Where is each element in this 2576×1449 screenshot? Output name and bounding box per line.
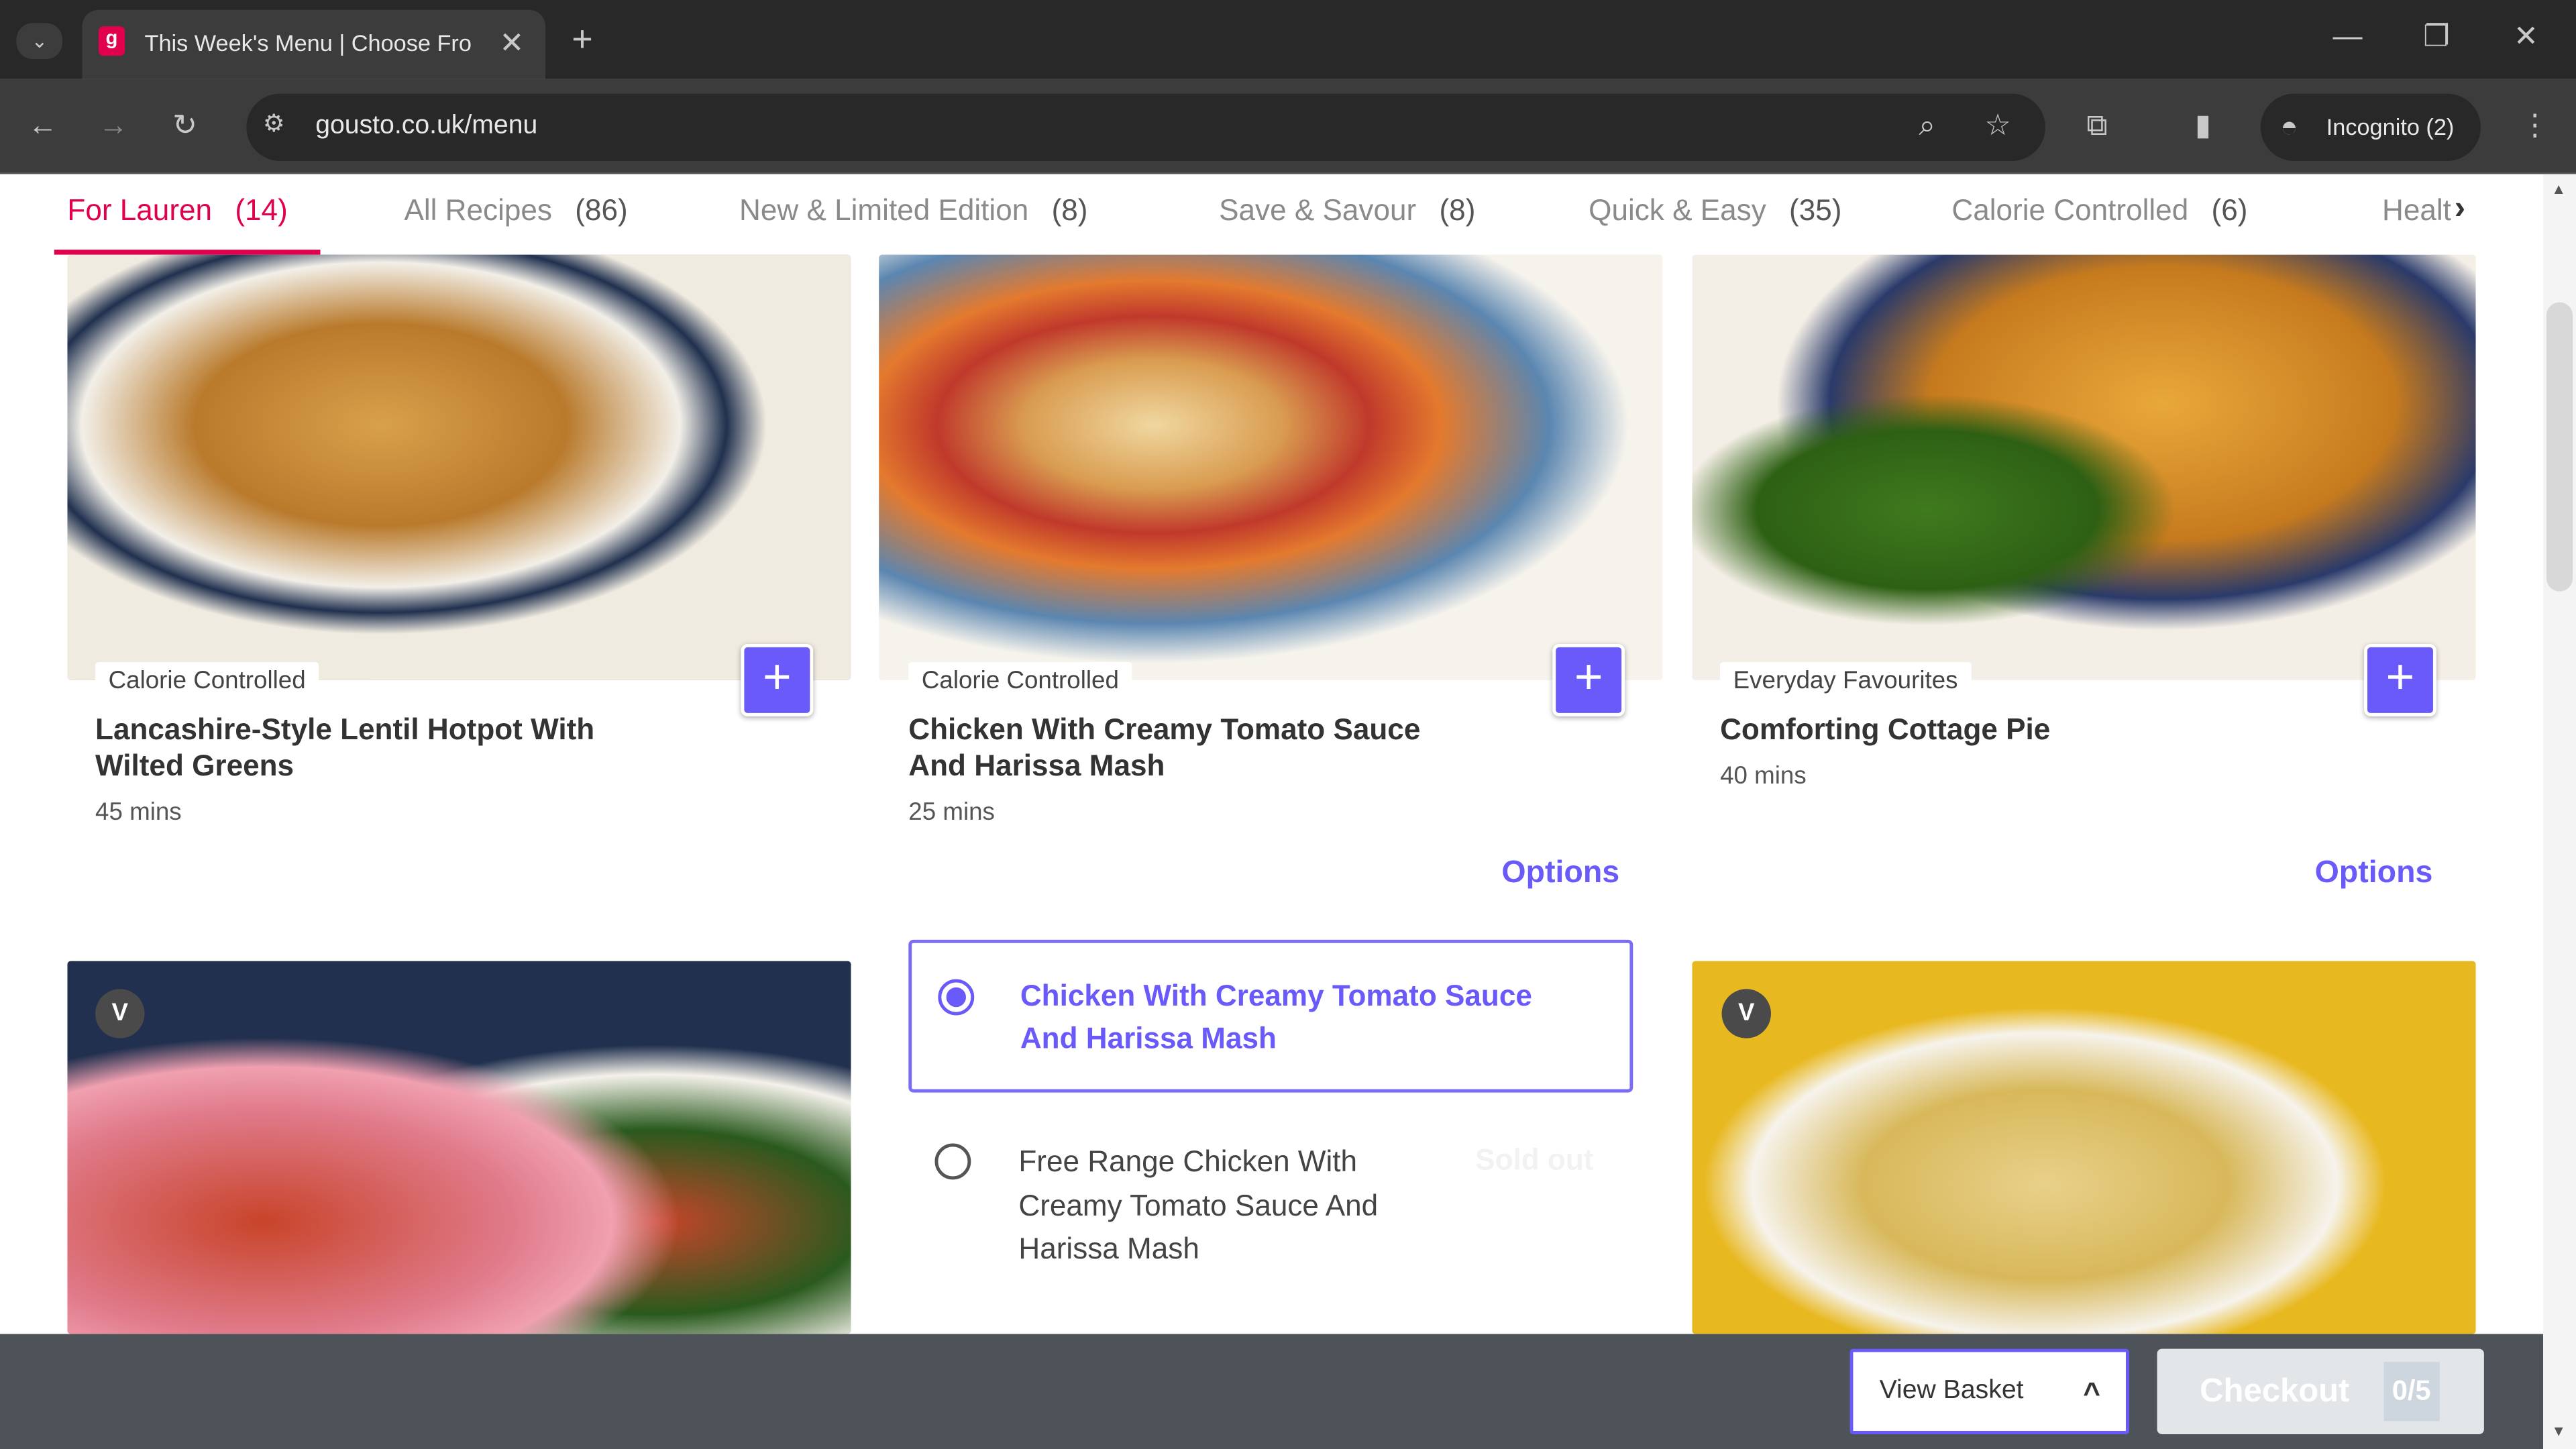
- add-recipe-button[interactable]: +: [2364, 644, 2436, 716]
- option-label: Chicken With Creamy Tomato Sauce And Har…: [1020, 979, 1532, 1055]
- scroll-tabs-right-icon[interactable]: ›: [2455, 191, 2465, 228]
- recipe-image-hotpot[interactable]: [67, 254, 851, 680]
- tab-label: Quick & Easy: [1589, 193, 1766, 227]
- view-basket-label: View Basket: [1879, 1377, 2024, 1405]
- options-button[interactable]: Options: [2315, 856, 2433, 892]
- incognito-button[interactable]: ◓ Incognito (2): [2260, 93, 2481, 162]
- recipe-title[interactable]: Comforting Cottage Pie: [1720, 711, 2295, 747]
- profile-label: Incognito (2): [2326, 113, 2455, 140]
- scroll-down-arrow[interactable]: ▼: [2551, 1423, 2566, 1439]
- vegetarian-badge: V: [95, 989, 145, 1038]
- browser-tab-strip: ⌄ g This Week's Menu | Choose Fro ✕ + — …: [0, 0, 2576, 79]
- side-panel-icon[interactable]: ▮: [2195, 110, 2211, 140]
- option-label: Free Range Chicken With Creamy Tomato Sa…: [1018, 1144, 1379, 1265]
- browser-toolbar: ← → ↻ ⚙ gousto.co.uk/menu ⌕ ☆ ⧉ ▮ ◓ Inco…: [0, 78, 2576, 174]
- tab-search-button[interactable]: ⌄: [16, 23, 63, 60]
- tab-label: Healt: [2382, 193, 2451, 227]
- tab-all-recipes[interactable]: All Recipes (86): [404, 194, 627, 228]
- recipe-image-beans[interactable]: [67, 961, 851, 1334]
- category-tabs: For Lauren (14) All Recipes (86) New & Lim…: [0, 174, 2544, 255]
- tab-count: (8): [1051, 193, 1088, 227]
- checkout-label: Checkout: [2200, 1373, 2350, 1410]
- basket-count: 0/5: [2383, 1362, 2439, 1421]
- new-tab-icon[interactable]: +: [572, 21, 592, 58]
- tab-count: (6): [2211, 193, 2248, 227]
- recipe-tag: Calorie Controlled: [95, 661, 319, 700]
- zoom-icon[interactable]: ⌕: [1919, 110, 1935, 140]
- recipe-title[interactable]: Chicken With Creamy Tomato Sauce And Har…: [908, 711, 1483, 784]
- url-text: gousto.co.uk/menu: [315, 111, 538, 140]
- option-selected[interactable]: Chicken With Creamy Tomato Sauce And Har…: [908, 939, 1633, 1093]
- tab-label: For Lauren: [67, 193, 213, 227]
- back-icon[interactable]: ←: [28, 110, 58, 140]
- view-basket-button[interactable]: View Basket ^: [1849, 1348, 2129, 1434]
- sold-out-label: Sold out: [1475, 1143, 1594, 1177]
- menu-icon[interactable]: ⋮: [2520, 110, 2550, 140]
- recipe-tag: Everyday Favourites: [1720, 661, 1972, 700]
- page-scrollbar[interactable]: ▲ ▼: [2543, 174, 2576, 1449]
- address-bar[interactable]: ⚙ gousto.co.uk/menu ⌕ ☆: [246, 93, 2045, 162]
- options-button[interactable]: Options: [1501, 856, 1619, 892]
- restore-icon[interactable]: ❐: [2423, 21, 2450, 51]
- extensions-icon[interactable]: ⧉: [2086, 110, 2107, 140]
- tab-count: (8): [1439, 193, 1476, 227]
- minimize-icon[interactable]: —: [2333, 21, 2363, 51]
- active-tab-underline: [54, 250, 321, 255]
- forward-icon[interactable]: →: [99, 110, 128, 140]
- recipe-image-chicken[interactable]: [879, 254, 1663, 680]
- tab-quick-easy[interactable]: Quick & Easy (35): [1589, 194, 1841, 228]
- site-info-icon[interactable]: ⚙: [263, 112, 285, 137]
- tab-healthy[interactable]: Healt: [2382, 194, 2456, 228]
- checkout-button[interactable]: Checkout 0/5: [2157, 1348, 2484, 1434]
- tab-for-lauren[interactable]: For Lauren (14): [67, 194, 287, 228]
- tab-calorie-controlled[interactable]: Calorie Controlled (6): [1951, 194, 2247, 228]
- recipe-image-cottage-pie[interactable]: [1692, 254, 2476, 680]
- bookmark-star-icon[interactable]: ☆: [1984, 110, 2011, 140]
- incognito-icon: ◓: [2280, 110, 2298, 144]
- chevron-up-icon: ^: [2083, 1377, 2101, 1410]
- recipe-time: 45 mins: [95, 798, 182, 826]
- recipe-time: 25 mins: [908, 798, 995, 826]
- recipe-time: 40 mins: [1720, 762, 1807, 790]
- browser-tab[interactable]: g This Week's Menu | Choose Fro ✕: [82, 9, 546, 79]
- tab-label: All Recipes: [404, 193, 552, 227]
- tab-title: This Week's Menu | Choose Fro: [144, 30, 472, 56]
- close-tab-icon[interactable]: ✕: [499, 28, 524, 58]
- tab-save-savour[interactable]: Save & Savour (8): [1219, 194, 1475, 228]
- option-sold-out: Free Range Chicken With Creamy Tomato Sa…: [908, 1117, 1633, 1297]
- recipe-title[interactable]: Lancashire-Style Lentil Hotpot With Wilt…: [95, 711, 670, 784]
- vegetarian-badge: V: [1721, 989, 1772, 1038]
- tab-label: Save & Savour: [1219, 193, 1417, 227]
- tab-count: (35): [1789, 193, 1842, 227]
- radio-selected[interactable]: [938, 979, 975, 1016]
- tab-new-limited[interactable]: New & Limited Edition (8): [739, 194, 1087, 228]
- reload-icon[interactable]: ↻: [172, 110, 197, 140]
- add-recipe-button[interactable]: +: [741, 644, 814, 716]
- add-recipe-button[interactable]: +: [1552, 644, 1625, 716]
- radio-unselected: [934, 1143, 971, 1180]
- basket-bar: View Basket ^ Checkout 0/5: [0, 1334, 2544, 1449]
- scrollbar-thumb[interactable]: [2546, 302, 2573, 592]
- scroll-up-arrow[interactable]: ▲: [2551, 180, 2566, 197]
- close-window-icon[interactable]: ✕: [2514, 21, 2538, 51]
- recipe-image-pasta[interactable]: [1692, 961, 2476, 1334]
- tab-count: (14): [235, 193, 288, 227]
- recipe-tag: Calorie Controlled: [908, 661, 1132, 700]
- tab-label: New & Limited Edition: [739, 193, 1029, 227]
- gousto-favicon: g: [98, 26, 125, 56]
- tab-label: Calorie Controlled: [1951, 193, 2189, 227]
- tab-count: (86): [575, 193, 628, 227]
